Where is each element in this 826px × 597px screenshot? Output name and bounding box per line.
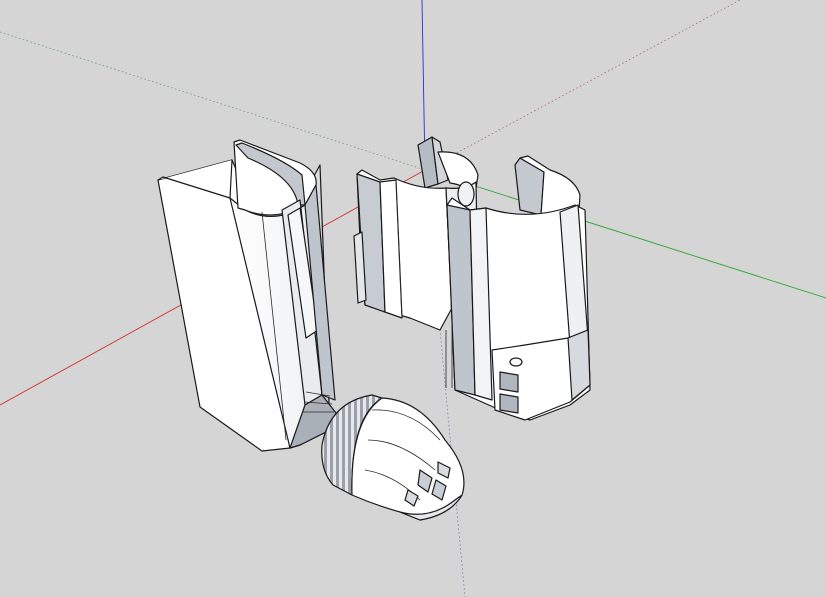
red-axis-dotted — [424, 0, 741, 171]
scene-canvas[interactable] — [0, 0, 826, 597]
half-shell-left[interactable] — [157, 139, 337, 452]
green-axis-dotted — [0, 31, 426, 171]
modeling-viewport[interactable] — [0, 0, 826, 597]
nozzle-cap[interactable] — [321, 394, 465, 521]
